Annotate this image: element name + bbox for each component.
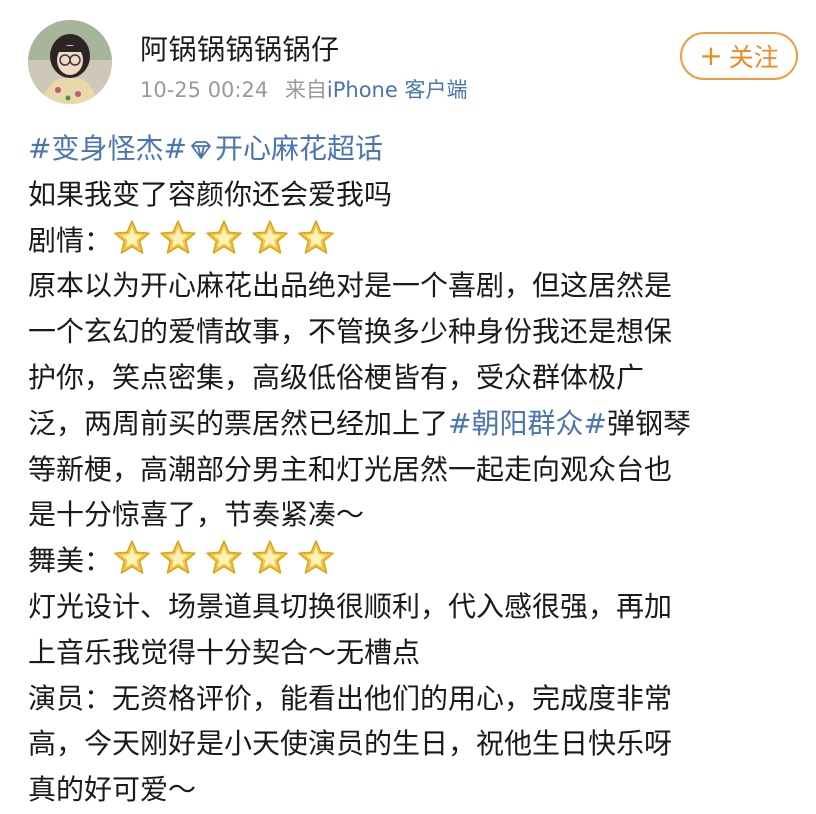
text-line: 高，今天刚好是小天使演员的生日，祝他生日快乐呀 — [28, 727, 673, 761]
plot-label: 剧情： — [28, 223, 113, 257]
star-icon — [250, 538, 290, 590]
avatar-image — [28, 20, 112, 104]
stage-label: 舞美： — [28, 544, 113, 578]
topic-line: #变身怪杰# 开心麻花超话 — [28, 126, 798, 172]
plot-rating-line: 剧情： — [28, 218, 798, 264]
text-line: 如果我变了容颜你还会爱我吗 — [28, 177, 393, 211]
text-line: 一个玄幻的爱情故事，不管换多少种身份我还是想保 — [28, 315, 673, 349]
text-segment: 泛，两周前买的票居然已经加上了 — [28, 406, 449, 440]
source-prefix: 来自 — [284, 78, 327, 102]
star-icon — [204, 218, 244, 270]
text-line: 护你，笑点密集，高级低俗梗皆有，受众群体极广 — [28, 360, 645, 394]
text-line: 等新梗，高潮部分男主和灯光居然一起走向观众台也 — [28, 452, 673, 486]
text-line: 上音乐我觉得十分契合～无槽点 — [28, 635, 421, 669]
post-header: 阿锅锅锅锅锅仔 10-25 00:24 来自iPhone 客户端 + 关注 — [0, 0, 816, 120]
follow-button[interactable]: + 关注 — [680, 32, 798, 80]
stage-stars — [112, 538, 342, 590]
star-icon — [296, 218, 336, 270]
source-device[interactable]: iPhone 客户端 — [327, 78, 468, 102]
star-icon — [204, 538, 244, 590]
plot-stars — [112, 218, 342, 270]
plus-icon: + — [699, 39, 723, 72]
diamond-icon — [189, 128, 213, 174]
star-icon — [158, 218, 198, 270]
text-line: 灯光设计、场景道具切换很顺利，代入感很强，再加 — [28, 589, 673, 623]
text-line: 真的好可爱～ — [28, 773, 197, 807]
post-meta: 10-25 00:24 来自iPhone 客户端 — [140, 74, 467, 104]
topic-tag-3[interactable]: #朝阳群众# — [448, 407, 607, 440]
star-icon — [112, 538, 152, 590]
star-icon — [296, 538, 336, 590]
topic-tag-2[interactable]: 开心麻花超话 — [215, 132, 383, 165]
text-line: 原本以为开心麻花出品绝对是一个喜剧，但这居然是 — [28, 269, 673, 303]
star-icon — [158, 538, 198, 590]
text-line: 泛，两周前买的票居然已经加上了#朝阳群众#弹钢琴 — [28, 401, 798, 447]
star-icon — [250, 218, 290, 270]
username[interactable]: 阿锅锅锅锅锅仔 — [140, 28, 340, 68]
follow-label: 关注 — [728, 43, 779, 72]
stage-rating-line: 舞美： — [28, 538, 798, 584]
text-line: 是十分惊喜了，节奏紧凑～ — [28, 498, 365, 532]
post-content: #变身怪杰# 开心麻花超话 如果我变了容颜你还会爱我吗 剧情： 原本以为开心麻花出… — [28, 126, 798, 813]
star-icon — [112, 218, 152, 270]
avatar[interactable] — [28, 20, 112, 104]
topic-tag-1[interactable]: #变身怪杰# — [28, 132, 187, 165]
text-segment: 弹钢琴 — [606, 406, 691, 440]
text-line: 演员：无资格评价，能看出他们的用心，完成度非常 — [28, 681, 673, 715]
timestamp: 10-25 00:24 — [140, 78, 269, 102]
